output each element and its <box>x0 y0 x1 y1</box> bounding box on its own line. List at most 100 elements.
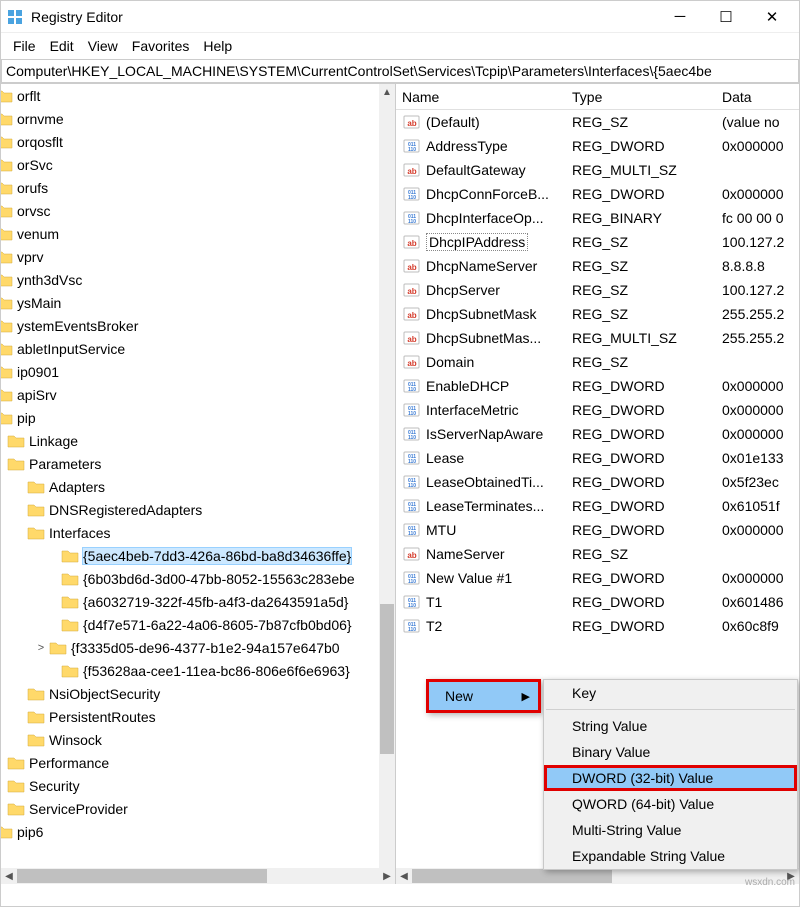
tree-item[interactable]: NsiObjectSecurity <box>1 682 379 705</box>
tree-item[interactable]: {f53628aa-cee1-11ea-bc86-806e6f6e6963} <box>1 659 379 682</box>
tree-item[interactable]: orSvc <box>1 153 379 176</box>
menu-help[interactable]: Help <box>197 36 238 56</box>
tree-item[interactable]: Performance <box>1 751 379 774</box>
scroll-thumb[interactable] <box>380 604 394 754</box>
tree-item[interactable]: Interfaces <box>1 521 379 544</box>
tree-item[interactable]: Linkage <box>1 429 379 452</box>
scroll-up-icon[interactable]: ▲ <box>379 84 395 100</box>
tree-item[interactable]: ysMain <box>1 291 379 314</box>
expand-icon[interactable]: > <box>35 642 47 654</box>
list-row[interactable]: T1REG_DWORD0x601486 <box>396 590 799 614</box>
folder-icon <box>1 318 13 334</box>
scroll-thumb-h[interactable] <box>17 869 267 883</box>
tree-item[interactable]: abletInputService <box>1 337 379 360</box>
tree-item[interactable]: vprv <box>1 245 379 268</box>
value-string-icon <box>402 113 422 131</box>
menu-edit[interactable]: Edit <box>44 36 80 56</box>
list-row[interactable]: LeaseTerminates...REG_DWORD0x61051f <box>396 494 799 518</box>
menu-item-dword-32-bit-value[interactable]: DWORD (32-bit) Value <box>544 765 797 791</box>
tree-item[interactable]: pip <box>1 406 379 429</box>
address-bar[interactable]: Computer\HKEY_LOCAL_MACHINE\SYSTEM\Curre… <box>1 59 799 83</box>
tree-item[interactable]: {5aec4beb-7dd3-426a-86bd-ba8d34636ffe} <box>1 544 379 567</box>
tree-item[interactable]: DNSRegisteredAdapters <box>1 498 379 521</box>
list-row[interactable]: EnableDHCPREG_DWORD0x000000 <box>396 374 799 398</box>
tree-item[interactable]: orqosflt <box>1 130 379 153</box>
list-row[interactable]: MTUREG_DWORD0x000000 <box>396 518 799 542</box>
tree-item[interactable]: {d4f7e571-6a22-4a06-8605-7b87cfb0bd06} <box>1 613 379 636</box>
tree-item[interactable]: >{f3335d05-de96-4377-b1e2-94a157e647b0 <box>1 636 379 659</box>
value-data: 0x000000 <box>716 401 799 419</box>
list-row[interactable]: DhcpNameServerREG_SZ8.8.8.8 <box>396 254 799 278</box>
tree-item[interactable]: ystemEventsBroker <box>1 314 379 337</box>
menu-item-expandable-string-value[interactable]: Expandable String Value <box>544 843 797 869</box>
tree-item[interactable]: ynth3dVsc <box>1 268 379 291</box>
tree-item-label: Performance <box>29 755 109 771</box>
maximize-button[interactable]: ☐ <box>703 2 749 32</box>
tree-item[interactable]: {6b03bd6d-3d00-47bb-8052-15563c283ebe <box>1 567 379 590</box>
value-type: REG_MULTI_SZ <box>566 329 716 347</box>
folder-icon <box>1 226 13 242</box>
list-row[interactable]: (Default)REG_SZ(value no <box>396 110 799 134</box>
tree-item[interactable]: Winsock <box>1 728 379 751</box>
list-scrollbar-horizontal[interactable]: ◀ ▶ <box>396 868 799 884</box>
tree-item[interactable]: orflt <box>1 84 379 107</box>
menu-item-new[interactable]: New ▶ <box>429 682 538 710</box>
list-row[interactable]: LeaseObtainedTi...REG_DWORD0x5f23ec <box>396 470 799 494</box>
list-row[interactable]: DhcpSubnetMas...REG_MULTI_SZ255.255.2 <box>396 326 799 350</box>
column-data[interactable]: Data <box>716 86 799 108</box>
tree-item[interactable]: ornvme <box>1 107 379 130</box>
tree-item[interactable]: apiSrv <box>1 383 379 406</box>
list-row[interactable]: DhcpInterfaceOp...REG_BINARYfc 00 00 0 <box>396 206 799 230</box>
tree-item[interactable]: {a6032719-322f-45fb-a4f3-da2643591a5d} <box>1 590 379 613</box>
tree-scrollbar-vertical[interactable]: ▲ ▼ <box>379 84 395 884</box>
menu-item-qword-64-bit-value[interactable]: QWORD (64-bit) Value <box>544 791 797 817</box>
menu-item-key[interactable]: Key <box>544 680 797 706</box>
tree-item-label: Security <box>29 778 80 794</box>
list-row[interactable]: DhcpIPAddressREG_SZ100.127.2 <box>396 230 799 254</box>
tree-item-label: Linkage <box>29 433 78 449</box>
close-button[interactable]: ✕ <box>749 2 795 32</box>
scroll-right-icon[interactable]: ▶ <box>379 868 395 884</box>
tree-item[interactable]: Security <box>1 774 379 797</box>
tree-scrollbar-horizontal[interactable]: ◀ ▶ <box>1 868 395 884</box>
value-name: DhcpServer <box>426 282 500 298</box>
minimize-button[interactable]: ─ <box>657 2 703 32</box>
tree-item[interactable]: ip0901 <box>1 360 379 383</box>
tree-item[interactable]: Adapters <box>1 475 379 498</box>
list-row[interactable]: New Value #1REG_DWORD0x000000 <box>396 566 799 590</box>
list-row[interactable]: DhcpSubnetMaskREG_SZ255.255.2 <box>396 302 799 326</box>
menu-favorites[interactable]: Favorites <box>126 36 196 56</box>
scroll-left-icon[interactable]: ◀ <box>1 868 17 884</box>
app-icon <box>5 7 25 27</box>
menu-item-multi-string-value[interactable]: Multi-String Value <box>544 817 797 843</box>
list-row[interactable]: InterfaceMetricREG_DWORD0x000000 <box>396 398 799 422</box>
tree-item[interactable]: ServiceProvider <box>1 797 379 820</box>
tree-item[interactable]: Parameters <box>1 452 379 475</box>
menu-file[interactable]: File <box>7 36 42 56</box>
list-row[interactable]: DhcpServerREG_SZ100.127.2 <box>396 278 799 302</box>
list-row[interactable]: NameServerREG_SZ <box>396 542 799 566</box>
column-type[interactable]: Type <box>566 86 716 108</box>
value-data: 0x000000 <box>716 521 799 539</box>
list-row[interactable]: IsServerNapAwareREG_DWORD0x000000 <box>396 422 799 446</box>
list-row[interactable]: LeaseREG_DWORD0x01e133 <box>396 446 799 470</box>
list-row[interactable]: AddressTypeREG_DWORD0x000000 <box>396 134 799 158</box>
menu-item-string-value[interactable]: String Value <box>544 713 797 739</box>
scroll-left-icon[interactable]: ◀ <box>396 868 412 884</box>
value-type: REG_DWORD <box>566 137 716 155</box>
tree-item[interactable]: PersistentRoutes <box>1 705 379 728</box>
list-row[interactable]: DefaultGatewayREG_MULTI_SZ <box>396 158 799 182</box>
tree-item[interactable]: pip6 <box>1 820 379 843</box>
list-row[interactable]: DhcpConnForceB...REG_DWORD0x000000 <box>396 182 799 206</box>
menu-view[interactable]: View <box>82 36 124 56</box>
list-row[interactable]: DomainREG_SZ <box>396 350 799 374</box>
value-data <box>716 169 799 171</box>
menu-item-binary-value[interactable]: Binary Value <box>544 739 797 765</box>
scroll-thumb-h[interactable] <box>412 869 612 883</box>
column-name[interactable]: Name <box>396 86 566 108</box>
tree-item[interactable]: orvsc <box>1 199 379 222</box>
list-row[interactable]: T2REG_DWORD0x60c8f9 <box>396 614 799 638</box>
tree-item[interactable]: orufs <box>1 176 379 199</box>
value-binary-icon <box>402 593 422 611</box>
tree-item[interactable]: venum <box>1 222 379 245</box>
